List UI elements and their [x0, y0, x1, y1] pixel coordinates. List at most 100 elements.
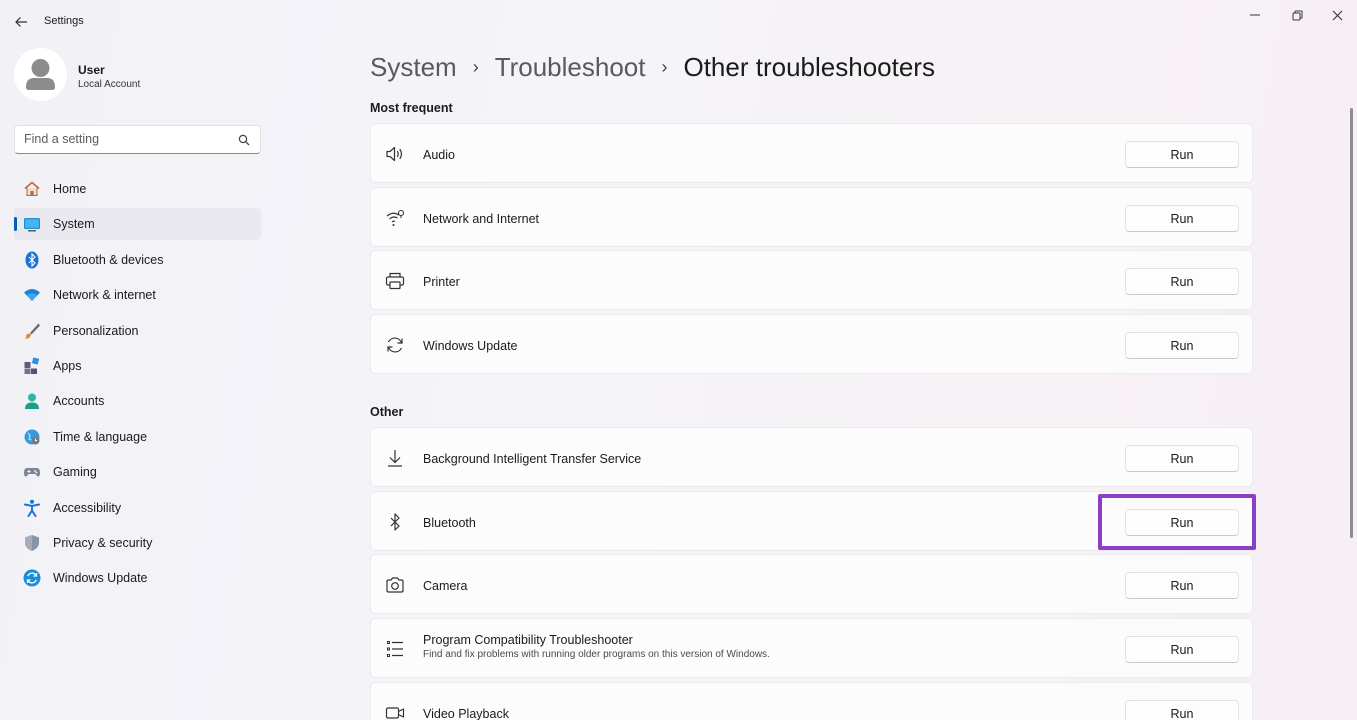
sidebar-item-accessibility[interactable]: Accessibility	[14, 492, 261, 524]
sidebar-item-time-language[interactable]: Time & language	[14, 421, 261, 453]
sidebar-item-label: Gaming	[53, 465, 97, 480]
troubleshooter-title: Bluetooth	[423, 516, 476, 530]
scrollbar[interactable]	[1350, 108, 1353, 538]
breadcrumb: System › Troubleshoot › Other troublesho…	[370, 50, 935, 84]
close-icon	[1332, 10, 1342, 20]
account-type: Local Account	[78, 79, 141, 90]
search-icon[interactable]	[238, 134, 250, 146]
user-avatar-icon	[14, 48, 67, 101]
back-button[interactable]	[10, 12, 32, 32]
accessibility-icon	[24, 499, 40, 517]
search-box	[14, 125, 261, 154]
run-button-camera[interactable]: Run	[1125, 572, 1239, 599]
troubleshooter-program-compatibility: Program Compatibility Troubleshooter Fin…	[370, 618, 1253, 678]
troubleshooter-title: Video Playback	[423, 707, 509, 720]
sidebar-item-system[interactable]: System	[14, 208, 261, 241]
sidebar-item-label: Accounts	[53, 394, 105, 409]
breadcrumb-separator: ›	[661, 56, 668, 77]
list-icon	[387, 641, 403, 657]
troubleshooter-title: Windows Update	[423, 339, 518, 353]
sidebar-item-label: Home	[53, 182, 87, 196]
troubleshooter-title: Camera	[423, 579, 468, 593]
sidebar-item-label: Accessibility	[53, 500, 122, 515]
minimize-icon	[1250, 14, 1260, 16]
troubleshooter-title: Printer	[423, 275, 460, 289]
run-button-bluetooth[interactable]: Run	[1125, 509, 1239, 536]
selection-indicator	[14, 217, 17, 232]
sidebar-item-home[interactable]: Home	[14, 173, 261, 205]
sidebar-item-bluetooth-devices[interactable]: Bluetooth & devices	[14, 244, 261, 276]
sidebar-item-label: Windows Update	[53, 571, 148, 586]
sidebar-item-gaming[interactable]: Gaming	[14, 456, 261, 488]
sidebar-item-apps[interactable]: Apps	[14, 350, 261, 382]
restore-icon	[1292, 10, 1302, 20]
troubleshooter-title: Audio	[423, 148, 455, 162]
troubleshooter-video-playback: Video Playback Run	[370, 682, 1253, 720]
speaker-icon	[386, 146, 403, 162]
sidebar-item-label: Network & internet	[53, 288, 156, 303]
troubleshooter-printer: Printer Run	[370, 250, 1253, 310]
user-profile[interactable]: User Local Account	[14, 48, 264, 104]
troubleshooter-windows-update: Windows Update Run	[370, 314, 1253, 374]
run-button-audio[interactable]: Run	[1125, 141, 1239, 168]
title-bar: Settings	[0, 0, 1357, 44]
troubleshooter-title: Background Intelligent Transfer Service	[423, 452, 642, 466]
section-title-most-frequent: Most frequent	[370, 101, 453, 115]
minimize-button[interactable]	[1242, 6, 1268, 24]
camera-icon	[386, 577, 404, 593]
sidebar-item-windows-update[interactable]: Windows Update	[14, 562, 261, 594]
printer-icon	[385, 272, 405, 290]
accounts-icon	[25, 393, 39, 410]
sidebar-item-network[interactable]: Network & internet	[14, 279, 261, 311]
section-title-other: Other	[370, 405, 404, 419]
globe-clock-icon	[24, 429, 40, 445]
bluetooth-devices-icon	[25, 251, 39, 269]
troubleshooter-title: Program Compatibility Troubleshooter	[423, 633, 633, 647]
app-title: Settings	[44, 15, 84, 27]
update-icon	[23, 569, 41, 587]
run-button-program-compatibility[interactable]: Run	[1125, 636, 1239, 663]
sidebar-item-personalization[interactable]: Personalization	[14, 315, 261, 347]
shield-icon	[25, 534, 39, 551]
page-title: Other troubleshooters	[683, 51, 935, 82]
breadcrumb-system[interactable]: System	[370, 52, 457, 83]
bluetooth-icon	[390, 513, 400, 531]
gamepad-icon	[24, 468, 40, 477]
run-button-video-playback[interactable]: Run	[1125, 700, 1239, 720]
close-button[interactable]	[1324, 6, 1350, 24]
wifi-icon	[386, 209, 405, 226]
sidebar-item-label: Bluetooth & devices	[53, 252, 164, 267]
brush-icon	[24, 323, 40, 339]
troubleshooter-bits: Background Intelligent Transfer Service …	[370, 427, 1253, 487]
run-button-bits[interactable]: Run	[1125, 445, 1239, 472]
troubleshooter-network: Network and Internet Run	[370, 187, 1253, 247]
troubleshooter-camera: Camera Run	[370, 554, 1253, 614]
apps-icon	[24, 357, 40, 374]
troubleshooter-bluetooth: Bluetooth Run	[370, 491, 1253, 551]
run-button-printer[interactable]: Run	[1125, 268, 1239, 295]
sidebar-item-label: Time & language	[53, 429, 148, 444]
sidebar-item-privacy-security[interactable]: Privacy & security	[14, 527, 261, 559]
troubleshooter-title: Network and Internet	[423, 212, 540, 226]
arrow-left-icon	[15, 17, 27, 27]
refresh-icon	[387, 337, 403, 353]
troubleshooter-description: Find and fix problems with running older…	[423, 649, 770, 660]
video-icon	[385, 707, 405, 719]
sidebar-item-label: Privacy & security	[53, 535, 153, 550]
search-input[interactable]	[24, 132, 224, 146]
maximize-button[interactable]	[1284, 6, 1310, 24]
breadcrumb-separator: ›	[472, 56, 479, 77]
troubleshooter-audio: Audio Run	[370, 123, 1253, 183]
breadcrumb-troubleshoot[interactable]: Troubleshoot	[495, 52, 646, 83]
run-button-windows-update[interactable]: Run	[1125, 332, 1239, 359]
home-icon	[24, 181, 40, 196]
sidebar-item-label: Apps	[53, 358, 82, 373]
sidebar-item-label: Personalization	[53, 323, 139, 338]
download-icon	[388, 450, 402, 467]
sidebar-nav: Home System Bluetooth & devices Network …	[14, 173, 261, 598]
avatar	[14, 48, 67, 101]
system-icon	[24, 218, 40, 232]
run-button-network[interactable]: Run	[1125, 205, 1239, 232]
sidebar-item-accounts[interactable]: Accounts	[14, 385, 261, 417]
sidebar-item-label: System	[53, 217, 95, 232]
